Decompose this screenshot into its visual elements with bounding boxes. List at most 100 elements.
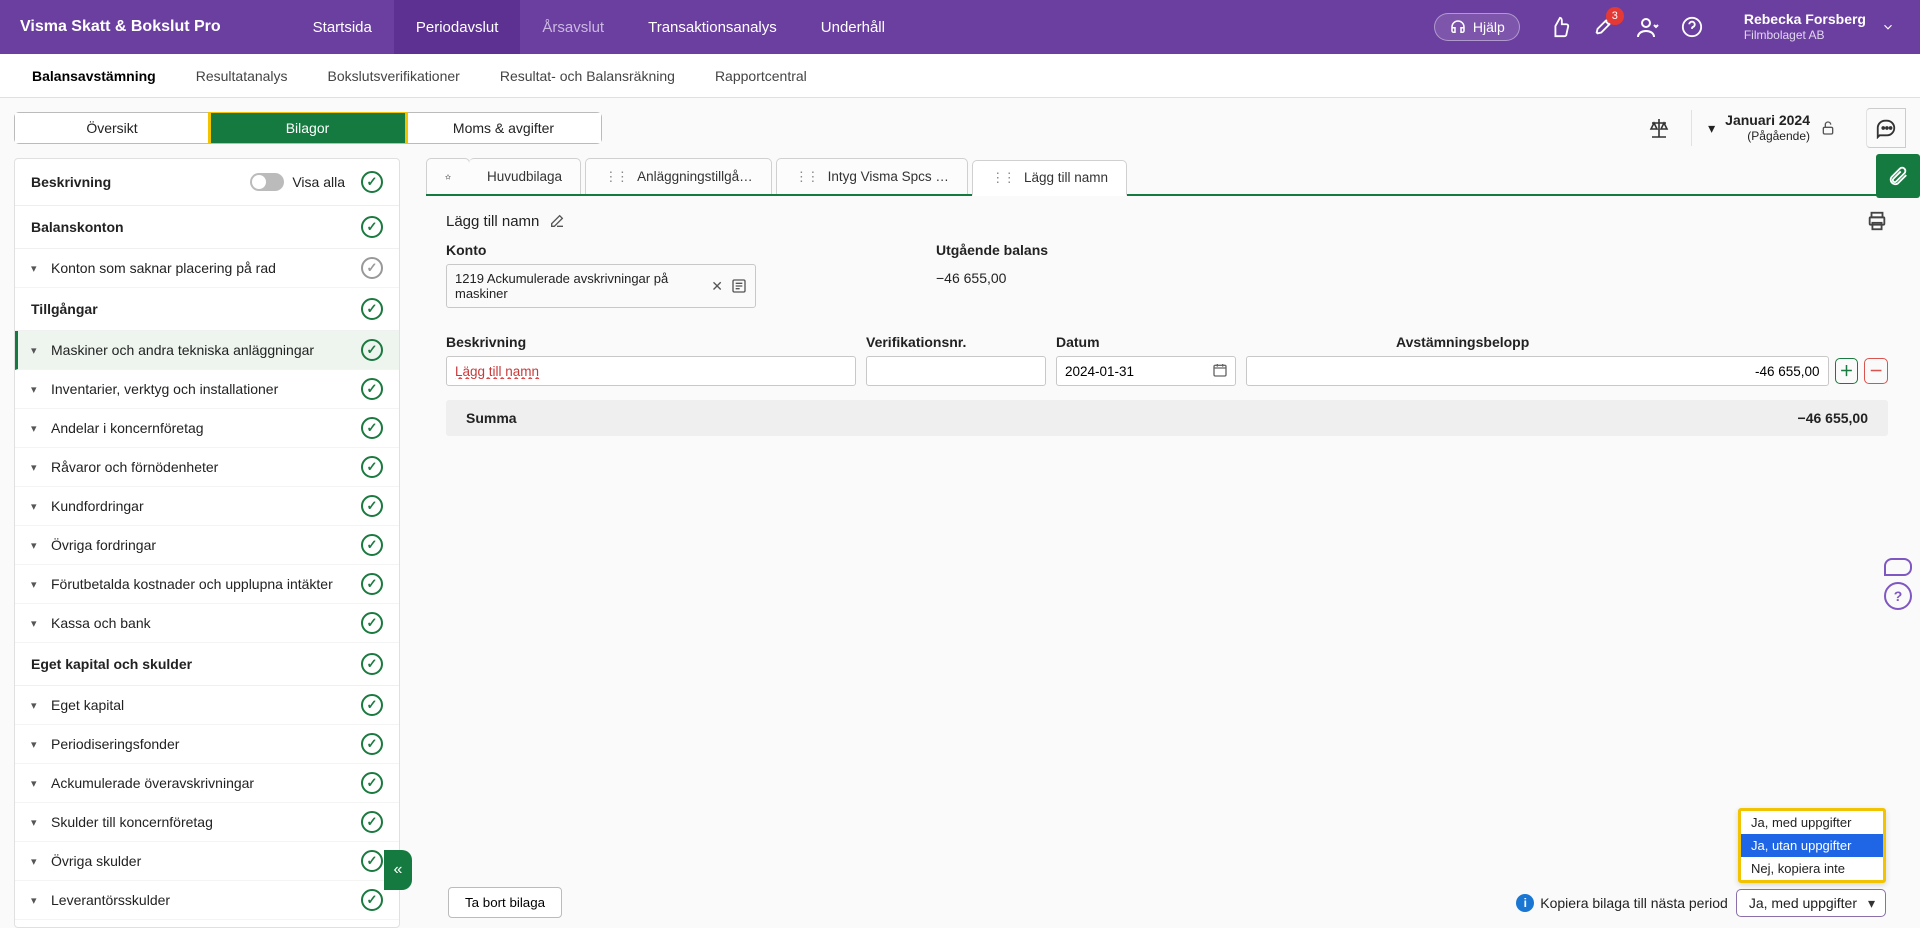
topnav-item-0[interactable]: Startsida <box>291 0 394 54</box>
check-circle-icon: ✓ <box>361 339 383 361</box>
sidebar-item[interactable]: ▾Råvaror och förnödenheter✓ <box>15 448 399 487</box>
sidebar-item[interactable]: ▾Skulder till koncernföretag✓ <box>15 803 399 842</box>
check-circle-icon: ✓ <box>361 733 383 755</box>
favorite-tab[interactable] <box>426 158 470 194</box>
subnav-item-2[interactable]: Bokslutsverifikationer <box>308 54 480 97</box>
remove-row-button[interactable]: － <box>1864 358 1888 384</box>
subnav-item-0[interactable]: Balansavstämning <box>12 54 176 97</box>
check-circle-icon: ✓ <box>361 171 383 193</box>
segment-1[interactable]: Bilagor <box>210 112 406 144</box>
rocket-icon[interactable]: 3 <box>1592 15 1616 39</box>
clear-icon[interactable]: ✕ <box>711 278 723 295</box>
topnav-item-2[interactable]: Årsavslut <box>520 0 626 54</box>
sidebar-section: Balanskonton✓ <box>15 206 399 249</box>
verification-input[interactable] <box>866 356 1046 386</box>
subnav-item-1[interactable]: Resultatanalys <box>176 54 308 97</box>
chevron-down-icon: ▾ <box>31 816 43 829</box>
view-toolbar: ÖversiktBilagorMoms & avgifter ▾ Januari… <box>0 98 1920 158</box>
chevron-down-icon: ▾ <box>1708 120 1715 137</box>
chevron-down-icon: ▾ <box>31 699 43 712</box>
copy-option-1[interactable]: Ja, utan uppgifter <box>1741 834 1883 857</box>
check-circle-icon: ✓ <box>361 694 383 716</box>
chevron-down-icon: ▾ <box>31 777 43 790</box>
sidebar-item[interactable]: ▾Kassa och bank✓ <box>15 604 399 643</box>
notification-badge: 3 <box>1606 7 1624 25</box>
sidebar-collapse-button[interactable]: « <box>384 850 412 890</box>
chevron-down-icon: ▾ <box>31 461 43 474</box>
check-circle-icon: ✓ <box>361 495 383 517</box>
comment-button[interactable] <box>1866 108 1906 148</box>
konto-field[interactable]: 1219 Ackumulerade avskrivningar på maski… <box>446 264 756 308</box>
chevron-down-icon[interactable] <box>1876 15 1900 39</box>
balance-scale-icon[interactable] <box>1647 116 1671 140</box>
check-circle-icon: ✓ <box>361 772 383 794</box>
subnav-item-3[interactable]: Resultat- och Balansräkning <box>480 54 695 97</box>
check-circle-icon: ✓ <box>361 573 383 595</box>
doc-tab-0[interactable]: Huvudbilaga <box>469 158 581 194</box>
segment-2[interactable]: Moms & avgifter <box>406 112 602 144</box>
lock-icon <box>1820 120 1836 136</box>
view-segments: ÖversiktBilagorMoms & avgifter <box>14 112 602 144</box>
account-summary: Konto 1219 Ackumulerade avskrivningar på… <box>426 238 1908 324</box>
chevron-down-icon: ▾ <box>31 738 43 751</box>
print-icon[interactable] <box>1866 210 1888 232</box>
out-balance-label: Utgående balans <box>936 242 1048 258</box>
amount-input[interactable] <box>1246 356 1829 386</box>
chat-icon <box>1884 558 1912 576</box>
help-circle-icon[interactable] <box>1680 15 1704 39</box>
topnav-item-4[interactable]: Underhåll <box>799 0 907 54</box>
chevron-down-icon: ▾ <box>31 539 43 552</box>
sidebar-item[interactable]: ▾Skatteskulder✓ <box>15 920 399 928</box>
copy-dropdown: Ja, med uppgifterJa, utan uppgifterNej, … <box>1738 808 1886 883</box>
segment-0[interactable]: Översikt <box>14 112 210 144</box>
period-selector[interactable]: ▾ Januari 2024 (Pågående) <box>1691 110 1852 145</box>
thumbs-up-icon[interactable] <box>1548 15 1572 39</box>
edit-icon[interactable] <box>549 213 565 229</box>
doc-tab-2[interactable]: ⋮⋮Intyg Visma Spcs … <box>776 158 968 194</box>
attachment-button[interactable] <box>1876 154 1920 198</box>
grip-icon: ⋮⋮ <box>604 169 627 185</box>
sidebar-item[interactable]: ▾Kundfordringar✓ <box>15 487 399 526</box>
info-icon[interactable]: i <box>1516 894 1534 912</box>
chevron-down-icon: ▾ <box>31 344 43 357</box>
sidebar-item[interactable]: ▾Periodiseringsfonder✓ <box>15 725 399 764</box>
doc-tab-1[interactable]: ⋮⋮Anläggningstillgå… <box>585 158 772 194</box>
sidebar-item[interactable]: ▾Inventarier, verktyg och installationer… <box>15 370 399 409</box>
topnav-item-1[interactable]: Periodavslut <box>394 0 521 54</box>
chevron-down-icon: ▾ <box>31 500 43 513</box>
sidebar-item[interactable]: ▾Förutbetalda kostnader och upplupna int… <box>15 565 399 604</box>
delete-attachment-button[interactable]: Ta bort bilaga <box>448 887 562 918</box>
sidebar-item[interactable]: ▾Övriga skulder✓ <box>15 842 399 881</box>
subnav-item-4[interactable]: Rapportcentral <box>695 54 827 97</box>
add-row-button[interactable]: ＋ <box>1835 358 1859 384</box>
user-account[interactable]: Rebecka Forsberg Filmbolaget AB <box>1744 11 1866 42</box>
copy-option-2[interactable]: Nej, kopiera inte <box>1741 857 1883 880</box>
topnav-item-3[interactable]: Transaktionsanalys <box>626 0 799 54</box>
chevron-down-icon: ▾ <box>31 422 43 435</box>
lookup-icon[interactable] <box>731 278 747 294</box>
doc-tab-3[interactable]: ⋮⋮Lägg till namn <box>972 160 1127 196</box>
sidebar-item[interactable]: ▾Maskiner och andra tekniska anläggninga… <box>15 331 399 370</box>
check-circle-icon: ✓ <box>361 378 383 400</box>
sidebar-item[interactable]: ▾Övriga fordringar✓ <box>15 526 399 565</box>
check-circle-icon: ✓ <box>361 653 383 675</box>
check-circle-icon: ✓ <box>361 216 383 238</box>
detail-row: ＋ － <box>426 356 1908 396</box>
date-input[interactable] <box>1056 356 1236 386</box>
copy-option-0[interactable]: Ja, med uppgifter <box>1741 811 1883 834</box>
description-input[interactable] <box>446 356 856 386</box>
sidebar-item[interactable]: ▾Leverantörsskulder✓ <box>15 881 399 920</box>
assistant-widget[interactable]: ? <box>1876 554 1920 614</box>
sidebar-item[interactable]: ▾Eget kapital✓ <box>15 686 399 725</box>
page-header: Lägg till namn <box>426 196 1908 238</box>
sidebar-item[interactable]: ▾Konton som saknar placering på rad✓ <box>15 249 399 288</box>
copy-select[interactable]: Ja, med uppgifter <box>1736 889 1886 917</box>
help-button[interactable]: Hjälp <box>1434 13 1520 41</box>
show-all-toggle[interactable]: Visa alla <box>250 173 345 191</box>
sidebar-item[interactable]: ▾Andelar i koncernföretag✓ <box>15 409 399 448</box>
sidebar-item[interactable]: ▾Ackumulerade överavskrivningar✓ <box>15 764 399 803</box>
user-menu-icon[interactable] <box>1636 15 1660 39</box>
content-area: Huvudbilaga⋮⋮Anläggningstillgå…⋮⋮Intyg V… <box>426 158 1908 928</box>
sub-nav: BalansavstämningResultatanalysBokslutsve… <box>0 54 1920 98</box>
top-nav: StartsidaPeriodavslutÅrsavslutTransaktio… <box>291 0 907 54</box>
